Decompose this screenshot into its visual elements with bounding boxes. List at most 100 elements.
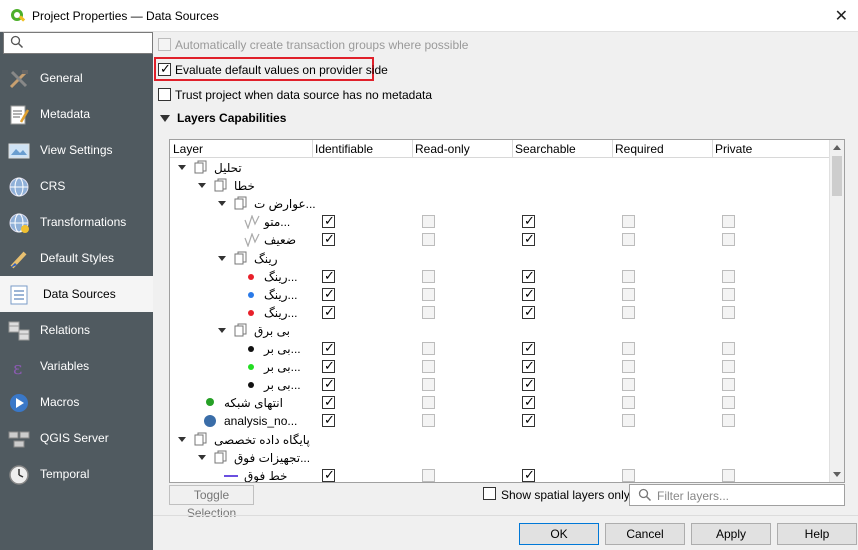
sidebar-item-variables[interactable]: ε Variables [0, 348, 153, 384]
cancel-button[interactable]: Cancel [605, 523, 685, 545]
help-button[interactable]: Help [777, 523, 857, 545]
private-checkbox[interactable] [722, 215, 735, 229]
apply-button[interactable]: Apply [691, 523, 771, 545]
table-row[interactable]: بی بر... ✓ ✓ [170, 358, 830, 376]
table-row[interactable]: رینگ... ✓ ✓ [170, 268, 830, 286]
private-checkbox[interactable] [722, 342, 735, 355]
read-only-checkbox[interactable] [422, 360, 435, 374]
show-spatial-only-checkbox[interactable] [483, 487, 496, 500]
table-row[interactable]: انتهای شبکه ✓ ✓ [170, 394, 830, 412]
private-checkbox[interactable] [722, 233, 735, 247]
private-checkbox[interactable] [722, 468, 735, 482]
expand-arrow-icon[interactable] [218, 255, 226, 261]
required-checkbox[interactable] [622, 468, 635, 482]
expand-arrow-icon[interactable] [198, 183, 206, 189]
table-row[interactable]: ضعیف ✓ ✓ [170, 231, 830, 249]
expand-arrow-icon[interactable] [178, 436, 186, 442]
identifiable-checkbox[interactable]: ✓ [322, 268, 335, 283]
identifiable-checkbox[interactable]: ✓ [322, 340, 335, 355]
required-checkbox[interactable] [622, 396, 635, 410]
sidebar-item-general[interactable]: General [0, 60, 153, 96]
searchable-checkbox[interactable]: ✓ [522, 340, 535, 355]
table-row[interactable]: تجهیزات فوق... [170, 449, 830, 467]
scroll-up-icon[interactable] [833, 145, 841, 150]
identifiable-checkbox[interactable]: ✓ [322, 286, 335, 301]
sidebar-item-macros[interactable]: Macros [0, 384, 153, 420]
sidebar-item-transformations[interactable]: Transformations [0, 204, 153, 240]
sidebar-search-input[interactable] [3, 32, 153, 54]
table-row[interactable]: رینگ... ✓ ✓ [170, 286, 830, 304]
col-identifiable[interactable]: Identifiable [315, 142, 373, 156]
identifiable-checkbox[interactable]: ✓ [322, 213, 335, 229]
table-row[interactable]: بی بر... ✓ ✓ [170, 376, 830, 394]
searchable-checkbox[interactable]: ✓ [522, 268, 535, 283]
searchable-checkbox[interactable]: ✓ [522, 467, 535, 482]
table-row[interactable]: رینگ... ✓ ✓ [170, 304, 830, 322]
read-only-checkbox[interactable] [422, 396, 435, 410]
auto-transaction-checkbox[interactable] [158, 38, 171, 51]
searchable-checkbox[interactable]: ✓ [522, 213, 535, 229]
table-row[interactable]: خط فوق ✓ ✓ [170, 467, 830, 482]
sidebar-item-metadata[interactable]: Metadata [0, 96, 153, 132]
read-only-checkbox[interactable] [422, 269, 435, 283]
private-checkbox[interactable] [722, 287, 735, 301]
col-required[interactable]: Required [615, 142, 664, 156]
identifiable-checkbox[interactable]: ✓ [322, 304, 335, 319]
table-row[interactable]: پایگاه داده تخصصی [170, 431, 830, 449]
searchable-checkbox[interactable]: ✓ [522, 394, 535, 410]
table-scrollbar[interactable] [829, 140, 844, 482]
evaluate-defaults-checkbox[interactable]: ✓ [158, 61, 171, 76]
sidebar-item-qgis-server[interactable]: QGIS Server [0, 420, 153, 456]
identifiable-checkbox[interactable]: ✓ [322, 412, 335, 428]
table-row[interactable]: خطا [170, 177, 830, 195]
sidebar-item-crs[interactable]: CRS [0, 168, 153, 204]
trust-project-checkbox[interactable] [158, 88, 171, 101]
searchable-checkbox[interactable]: ✓ [522, 304, 535, 319]
identifiable-checkbox[interactable]: ✓ [322, 467, 335, 482]
col-layer[interactable]: Layer [173, 142, 203, 156]
sidebar-item-view-settings[interactable]: View Settings [0, 132, 153, 168]
identifiable-checkbox[interactable]: ✓ [322, 376, 335, 392]
table-row[interactable]: رینگ [170, 250, 830, 268]
table-row[interactable]: عوارض ت... [170, 195, 830, 213]
identifiable-checkbox[interactable]: ✓ [322, 394, 335, 410]
read-only-checkbox[interactable] [422, 468, 435, 482]
required-checkbox[interactable] [622, 305, 635, 319]
toggle-selection-button[interactable]: Toggle Selection [169, 485, 254, 520]
read-only-checkbox[interactable] [422, 215, 435, 229]
col-searchable[interactable]: Searchable [515, 142, 576, 156]
read-only-checkbox[interactable] [422, 305, 435, 319]
table-row[interactable]: بی برق [170, 322, 830, 340]
required-checkbox[interactable] [622, 287, 635, 301]
expand-arrow-icon[interactable] [218, 327, 226, 333]
read-only-checkbox[interactable] [422, 342, 435, 355]
required-checkbox[interactable] [622, 269, 635, 283]
close-icon[interactable]: ✕ [835, 6, 848, 26]
sidebar-item-default-styles[interactable]: Default Styles [0, 240, 153, 276]
read-only-checkbox[interactable] [422, 287, 435, 301]
required-checkbox[interactable] [622, 233, 635, 247]
table-row[interactable]: analysis_no... ✓ ✓ [170, 412, 830, 430]
table-row[interactable]: متو... ✓ ✓ [170, 213, 830, 231]
required-checkbox[interactable] [622, 378, 635, 392]
required-checkbox[interactable] [622, 360, 635, 374]
expand-arrow-icon[interactable] [218, 201, 226, 207]
searchable-checkbox[interactable]: ✓ [522, 358, 535, 374]
required-checkbox[interactable] [622, 342, 635, 355]
private-checkbox[interactable] [722, 378, 735, 392]
private-checkbox[interactable] [722, 360, 735, 374]
scroll-thumb[interactable] [832, 156, 842, 196]
identifiable-checkbox[interactable]: ✓ [322, 358, 335, 374]
read-only-checkbox[interactable] [422, 233, 435, 247]
read-only-checkbox[interactable] [422, 378, 435, 392]
expand-arrow-icon[interactable] [178, 165, 186, 170]
col-private[interactable]: Private [715, 142, 752, 156]
table-row[interactable]: بی بر... ✓ ✓ [170, 340, 830, 358]
required-checkbox[interactable] [622, 215, 635, 229]
searchable-checkbox[interactable]: ✓ [522, 286, 535, 301]
scroll-down-icon[interactable] [833, 472, 841, 477]
private-checkbox[interactable] [722, 414, 735, 428]
searchable-checkbox[interactable]: ✓ [522, 412, 535, 428]
read-only-checkbox[interactable] [422, 414, 435, 428]
private-checkbox[interactable] [722, 269, 735, 283]
